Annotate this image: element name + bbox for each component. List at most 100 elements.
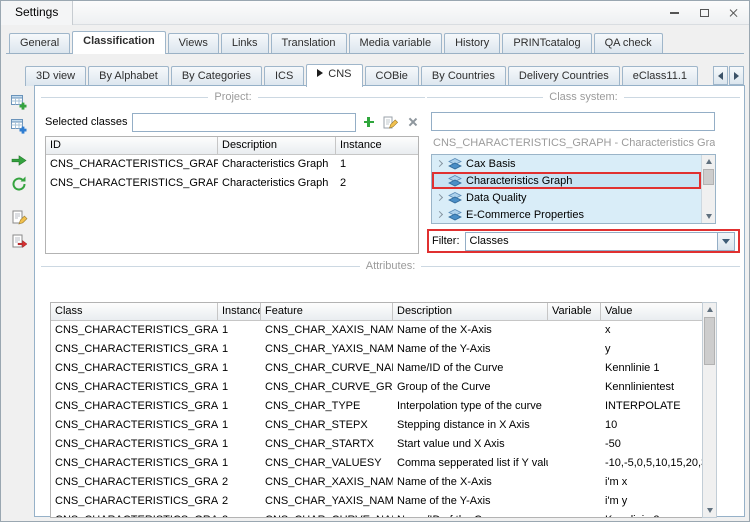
- add-selected-class-button[interactable]: [360, 113, 378, 131]
- attributes-table-row[interactable]: CNS_CHARACTERISTICS_GRAPH1CNS_CHAR_XAXIS…: [51, 321, 702, 340]
- attributes-scrollbar[interactable]: [702, 302, 717, 518]
- attributes-table-row[interactable]: CNS_CHARACTERISTICS_GRAPH1CNS_CHAR_CURVE…: [51, 378, 702, 397]
- tab-general[interactable]: General: [9, 33, 70, 53]
- project-table-row[interactable]: CNS_CHARACTERISTICS_GRAPHCharacteristics…: [46, 155, 418, 174]
- column-header-feature[interactable]: Feature: [261, 303, 393, 321]
- tab-scroll-left-button[interactable]: [713, 66, 728, 85]
- expand-chevron-icon[interactable]: [436, 194, 443, 201]
- edit-selected-class-button[interactable]: [382, 113, 400, 131]
- subtab-label: eClass11.1: [633, 70, 687, 82]
- subtab-3d-view[interactable]: 3D view: [25, 66, 86, 86]
- scroll-down-button[interactable]: [702, 210, 715, 223]
- column-header-description[interactable]: Description: [218, 137, 336, 155]
- cell: Stepping distance in X Axis: [393, 416, 548, 435]
- project-table-row[interactable]: CNS_CHARACTERISTICS_GRAPHCharacteristics…: [46, 174, 418, 193]
- add-instance-button[interactable]: [8, 117, 30, 137]
- tree-item-characteristics-graph[interactable]: Characteristics Graph: [432, 172, 701, 189]
- tab-links[interactable]: Links: [221, 33, 269, 53]
- filter-combobox[interactable]: Classes: [465, 232, 736, 251]
- project-group: Project: Selected classes IDDescriptionI…: [41, 90, 425, 258]
- subtab-by-alphabet[interactable]: By Alphabet: [88, 66, 169, 86]
- cell: CNS_CHARACTERISTICS_GRAPH: [51, 416, 218, 435]
- arrow-up-icon: [706, 159, 712, 164]
- expand-chevron-icon[interactable]: [436, 211, 443, 218]
- attributes-table-row[interactable]: CNS_CHARACTERISTICS_GRAPH1CNS_CHAR_VALUE…: [51, 454, 702, 473]
- cell: Kennlinie 1: [601, 359, 702, 378]
- attributes-table-row[interactable]: CNS_CHARACTERISTICS_GRAPH1CNS_CHAR_CURVE…: [51, 359, 702, 378]
- add-class-button[interactable]: [8, 93, 30, 113]
- tab-history[interactable]: History: [444, 33, 500, 53]
- subtab-delivery-countries[interactable]: Delivery Countries: [508, 66, 620, 86]
- export-report-button[interactable]: [8, 233, 30, 253]
- attributes-table-row[interactable]: CNS_CHARACTERISTICS_GRAPH1CNS_CHAR_TYPEI…: [51, 397, 702, 416]
- attributes-table-row[interactable]: CNS_CHARACTERISTICS_GRAPH2CNS_CHAR_XAXIS…: [51, 473, 702, 492]
- attributes-table-row[interactable]: CNS_CHARACTERISTICS_GRAPH2CNS_CHAR_CURVE…: [51, 511, 702, 518]
- sync-green-icon: [10, 175, 28, 196]
- attributes-table-row[interactable]: CNS_CHARACTERISTICS_GRAPH1CNS_CHAR_STEPX…: [51, 416, 702, 435]
- column-header-id[interactable]: ID: [46, 137, 218, 155]
- subtab-by-categories[interactable]: By Categories: [171, 66, 262, 86]
- tab-qa-check[interactable]: QA check: [594, 33, 663, 53]
- cell: 10: [601, 416, 702, 435]
- selected-classes-input[interactable]: [132, 113, 356, 132]
- column-header-value[interactable]: Value: [601, 303, 702, 321]
- column-header-instance[interactable]: Instance: [218, 303, 261, 321]
- edit-report-button[interactable]: [8, 209, 30, 229]
- subtab-by-countries[interactable]: By Countries: [421, 66, 506, 86]
- attributes-table-header: ClassInstanceFeatureDescriptionVariableV…: [51, 303, 702, 321]
- subtab-label: 3D view: [36, 70, 75, 82]
- cell: 2: [218, 511, 261, 518]
- subtab-ics[interactable]: ICS: [264, 66, 304, 86]
- close-button[interactable]: [719, 1, 749, 25]
- scroll-up-button[interactable]: [702, 155, 715, 168]
- subtab-cobie[interactable]: COBie: [365, 66, 419, 86]
- cell: CNS_CHARACTERISTICS_GRAPH: [46, 155, 218, 174]
- class-search-input[interactable]: [431, 112, 715, 131]
- column-header-description[interactable]: Description: [393, 303, 548, 321]
- expand-chevron-icon[interactable]: [436, 160, 443, 167]
- cell: [548, 321, 601, 340]
- scroll-down-button[interactable]: [703, 504, 716, 517]
- subtab-eclass11-1[interactable]: eClass11.1: [622, 66, 698, 86]
- tree-item-cax-basis[interactable]: Cax Basis: [432, 155, 701, 172]
- cell: 2: [218, 473, 261, 492]
- attributes-table-row[interactable]: CNS_CHARACTERISTICS_GRAPH2CNS_CHAR_YAXIS…: [51, 492, 702, 511]
- cell: -10,-5,0,5,10,15,20,3...: [601, 454, 702, 473]
- subtab-label: By Countries: [432, 70, 495, 82]
- maximize-button[interactable]: [689, 1, 719, 25]
- column-header-variable[interactable]: Variable: [548, 303, 601, 321]
- arrow-down-icon: [706, 214, 712, 219]
- minimize-button[interactable]: [659, 1, 689, 25]
- tab-translation[interactable]: Translation: [271, 33, 347, 53]
- pencil-icon: [383, 115, 398, 130]
- cell: 1: [336, 155, 418, 174]
- refresh-classes-button[interactable]: [8, 175, 30, 195]
- attributes-table-row[interactable]: CNS_CHARACTERISTICS_GRAPH1CNS_CHAR_START…: [51, 435, 702, 454]
- class-icon: [448, 175, 462, 187]
- column-header-instance[interactable]: Instance: [336, 137, 418, 155]
- filter-dropdown-button[interactable]: [717, 233, 734, 250]
- clear-x-icon: [408, 117, 418, 127]
- titlebar: Settings: [1, 1, 749, 25]
- tree-item-data-quality[interactable]: Data Quality: [432, 189, 701, 206]
- cell: CNS_CHAR_VALUESY: [261, 454, 393, 473]
- class-tree-scrollbar[interactable]: [701, 155, 715, 223]
- cell: CNS_CHAR_XAXIS_NAME: [261, 473, 393, 492]
- tab-scroll-right-button[interactable]: [729, 66, 744, 85]
- cell: Comma sepperated list if Y values: [393, 454, 548, 473]
- tree-item-e-commerce-properties[interactable]: E-Commerce Properties: [432, 206, 701, 223]
- column-header-class[interactable]: Class: [51, 303, 218, 321]
- assign-class-button[interactable]: [8, 151, 30, 171]
- cell: 1: [218, 397, 261, 416]
- clear-selected-class-button[interactable]: [404, 113, 422, 131]
- tab-views[interactable]: Views: [168, 33, 219, 53]
- tab-media-variable[interactable]: Media variable: [349, 33, 443, 53]
- tab-classification[interactable]: Classification: [72, 31, 166, 54]
- filter-row: Filter: Classes: [427, 229, 740, 253]
- tab-printcatalog[interactable]: PRINTcatalog: [502, 33, 591, 53]
- scrollbar-thumb[interactable]: [703, 169, 714, 185]
- attributes-table-row[interactable]: CNS_CHARACTERISTICS_GRAPH1CNS_CHAR_YAXIS…: [51, 340, 702, 359]
- subtab-cns[interactable]: CNS: [306, 64, 362, 87]
- scroll-up-button[interactable]: [703, 303, 716, 316]
- scrollbar-thumb[interactable]: [704, 317, 715, 365]
